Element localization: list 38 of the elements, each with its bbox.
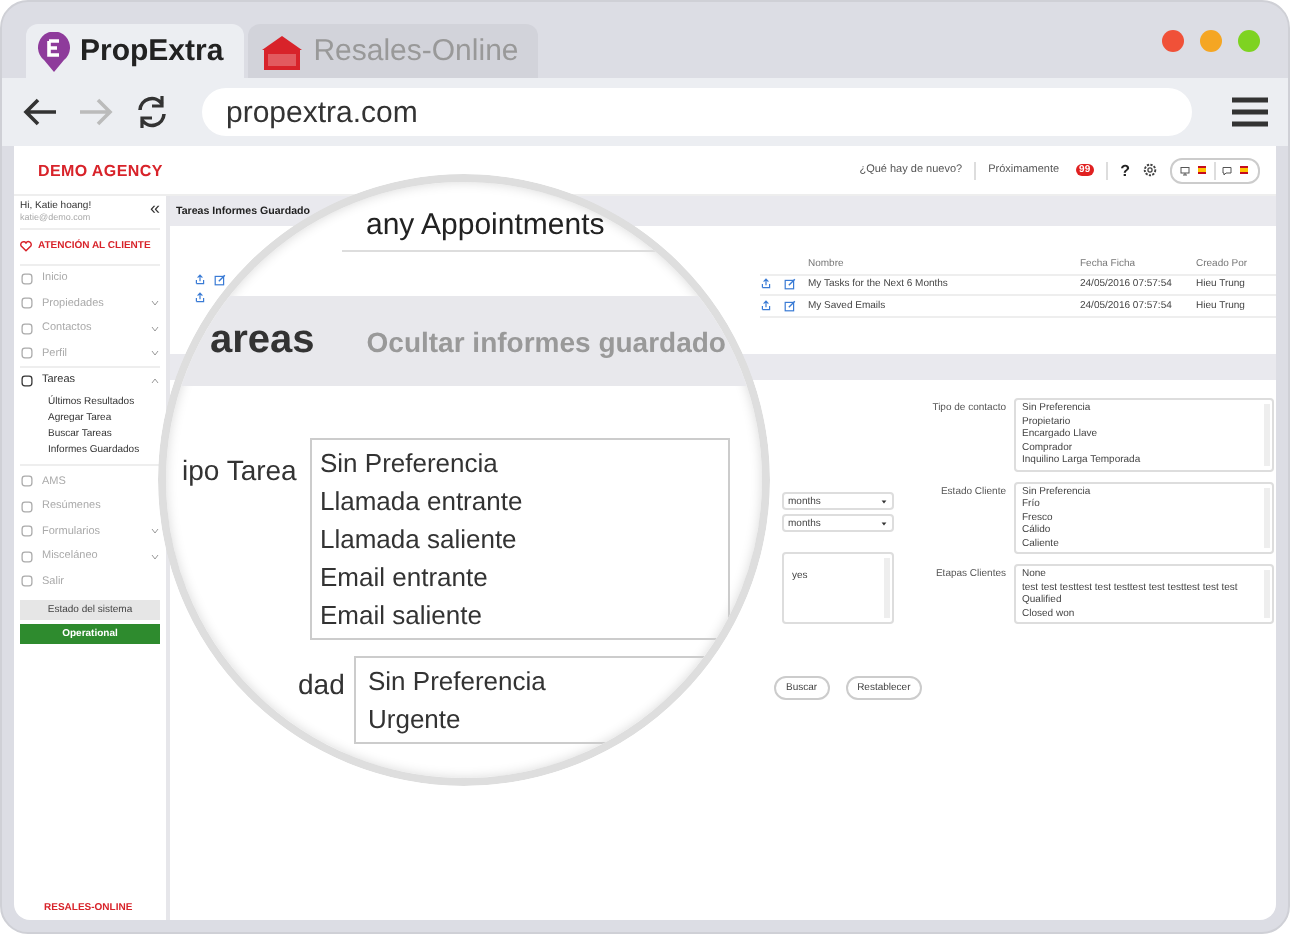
chevron-icon — [150, 298, 160, 309]
magnified-section-title: areas — [210, 318, 315, 364]
collapse-sidebar-button[interactable]: « — [149, 200, 160, 216]
edit-icon — [784, 278, 796, 291]
edit-icon — [214, 274, 226, 286]
chevron-icon — [150, 551, 160, 562]
share-icon — [194, 274, 206, 286]
forward-arrow-icon[interactable] — [78, 96, 114, 128]
reload-icon[interactable] — [134, 94, 170, 130]
settings-icon — [1142, 162, 1158, 178]
dropdown-arrow-icon — [880, 519, 888, 527]
chevron-icon — [150, 375, 160, 386]
browser-tab[interactable]: PropExtra — [26, 24, 244, 78]
edit-icon — [784, 299, 796, 312]
house-logo-icon — [259, 33, 304, 69]
address-bar[interactable]: propextra.com — [202, 88, 1192, 136]
agency-logo: DEMO AGENCY — [38, 161, 163, 179]
chat-icon — [1222, 165, 1232, 175]
chevron-icon — [150, 348, 160, 359]
chevron-icon — [150, 323, 160, 334]
pin-logo-icon — [38, 31, 70, 71]
heart-icon — [20, 240, 32, 252]
share-icon — [760, 299, 772, 312]
flag-icon — [1238, 166, 1250, 174]
help-button[interactable]: ? — [1120, 161, 1130, 179]
priority-label: dad — [298, 668, 346, 700]
share-icon — [194, 292, 206, 304]
flag-icon — [1196, 166, 1208, 174]
task-type-label: ipo Tarea — [182, 454, 299, 486]
share-icon — [760, 278, 772, 291]
chevron-icon — [150, 526, 160, 537]
minimize-window-dot[interactable] — [1200, 29, 1222, 51]
back-arrow-icon[interactable] — [22, 96, 58, 128]
dropdown-arrow-icon — [880, 497, 888, 505]
maximize-window-dot[interactable] — [1238, 29, 1260, 51]
task-type-list[interactable]: Sin Preferencia Llamada entrante Llamada saliente Email entrante Email saliente — [310, 438, 730, 640]
close-window-dot[interactable] — [1162, 29, 1184, 51]
monitor-icon — [1180, 165, 1190, 175]
